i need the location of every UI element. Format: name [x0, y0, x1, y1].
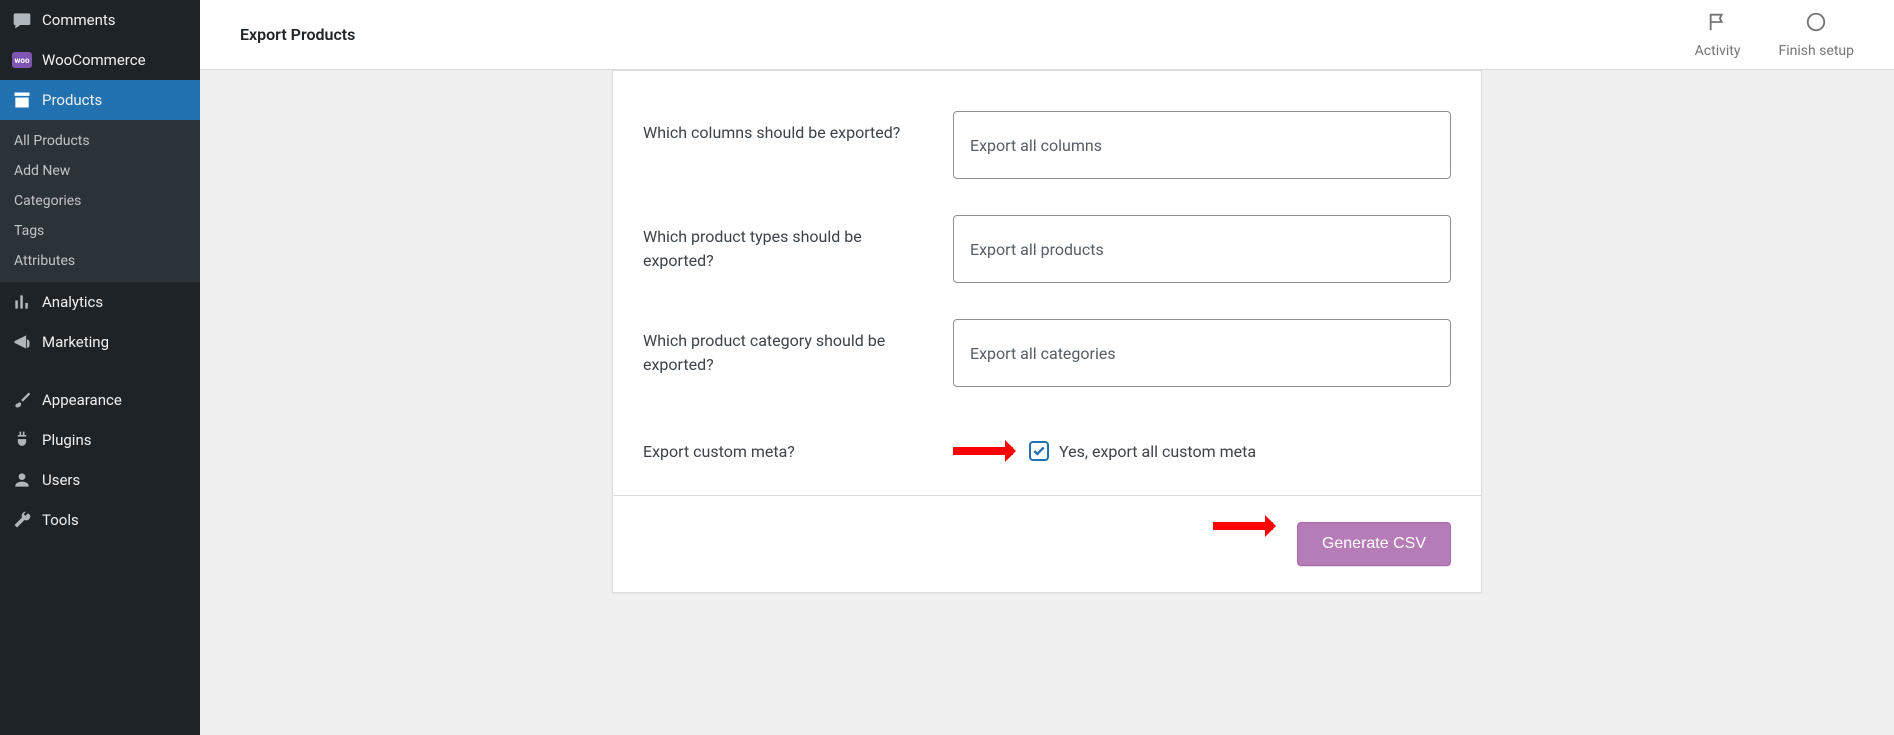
checkbox-custom-meta-label: Yes, export all custom meta: [1059, 442, 1256, 461]
sidebar-item-appearance[interactable]: Appearance: [0, 380, 200, 420]
generate-csv-button[interactable]: Generate CSV: [1297, 522, 1451, 566]
row-columns: Which columns should be exported? Export…: [613, 71, 1481, 191]
sidebar-item-woocommerce[interactable]: woo WooCommerce: [0, 40, 200, 80]
flag-icon: [1707, 11, 1729, 37]
sidebar-item-products[interactable]: Products: [0, 80, 200, 120]
main-content: Export Products Activity Finish setup Wh…: [200, 0, 1894, 735]
brush-icon: [12, 390, 32, 410]
sidebar-subitem-attributes[interactable]: Attributes: [0, 246, 200, 276]
sidebar-label: Analytics: [42, 293, 103, 311]
label-types: Which product types should be exported?: [643, 215, 933, 273]
select-category[interactable]: Export all categories: [953, 319, 1451, 387]
sidebar-label: Appearance: [42, 391, 122, 409]
export-card: Which columns should be exported? Export…: [612, 70, 1482, 593]
activity-button[interactable]: Activity: [1695, 11, 1741, 59]
sidebar-item-marketing[interactable]: Marketing: [0, 322, 200, 362]
annotation-arrow-icon: [953, 447, 1013, 455]
megaphone-icon: [12, 332, 32, 352]
comment-icon: [12, 10, 32, 30]
sidebar-item-tools[interactable]: Tools: [0, 500, 200, 540]
topbar-actions: Activity Finish setup: [1695, 11, 1854, 59]
archive-icon: [12, 90, 32, 110]
sidebar-item-analytics[interactable]: Analytics: [0, 282, 200, 322]
topbar-action-label: Finish setup: [1779, 43, 1855, 59]
checkbox-custom-meta[interactable]: [1029, 441, 1049, 461]
sidebar-label: Users: [42, 471, 80, 489]
sidebar-subitem-add-new[interactable]: Add New: [0, 156, 200, 186]
row-category: Which product category should be exporte…: [613, 295, 1481, 417]
select-types[interactable]: Export all products: [953, 215, 1451, 283]
sidebar-subitem-tags[interactable]: Tags: [0, 216, 200, 246]
sidebar-item-comments[interactable]: Comments: [0, 0, 200, 40]
sidebar-label: Plugins: [42, 431, 91, 449]
sidebar-subitem-categories[interactable]: Categories: [0, 186, 200, 216]
finish-setup-button[interactable]: Finish setup: [1779, 11, 1855, 59]
user-icon: [12, 470, 32, 490]
topbar-action-label: Activity: [1695, 43, 1741, 59]
sidebar-subitem-all-products[interactable]: All Products: [0, 126, 200, 156]
admin-sidebar: Comments woo WooCommerce Products All Pr…: [0, 0, 200, 735]
topbar: Export Products Activity Finish setup: [200, 0, 1894, 70]
select-category-value: Export all categories: [970, 344, 1116, 363]
select-columns-value: Export all columns: [970, 136, 1102, 155]
label-columns: Which columns should be exported?: [643, 111, 933, 145]
sidebar-label: Comments: [42, 11, 116, 29]
plug-icon: [12, 430, 32, 450]
annotation-arrow-icon: [1213, 522, 1273, 530]
page-title: Export Products: [240, 25, 355, 44]
row-custom-meta: Export custom meta? Yes, export all cust…: [613, 417, 1481, 495]
wrench-icon: [12, 510, 32, 530]
products-submenu: All Products Add New Categories Tags Att…: [0, 120, 200, 282]
sidebar-label: Products: [42, 91, 102, 109]
label-category: Which product category should be exporte…: [643, 319, 933, 377]
row-types: Which product types should be exported? …: [613, 191, 1481, 295]
circle-icon: [1805, 11, 1827, 37]
chart-bar-icon: [12, 292, 32, 312]
sidebar-item-plugins[interactable]: Plugins: [0, 420, 200, 460]
select-types-value: Export all products: [970, 240, 1104, 259]
sidebar-label: Marketing: [42, 333, 109, 351]
card-footer: Generate CSV: [613, 495, 1481, 592]
sidebar-item-users[interactable]: Users: [0, 460, 200, 500]
select-columns[interactable]: Export all columns: [953, 111, 1451, 179]
woocommerce-icon: woo: [12, 50, 32, 70]
sidebar-label: WooCommerce: [42, 51, 146, 69]
label-custom-meta: Export custom meta?: [643, 442, 933, 461]
sidebar-label: Tools: [42, 511, 79, 529]
